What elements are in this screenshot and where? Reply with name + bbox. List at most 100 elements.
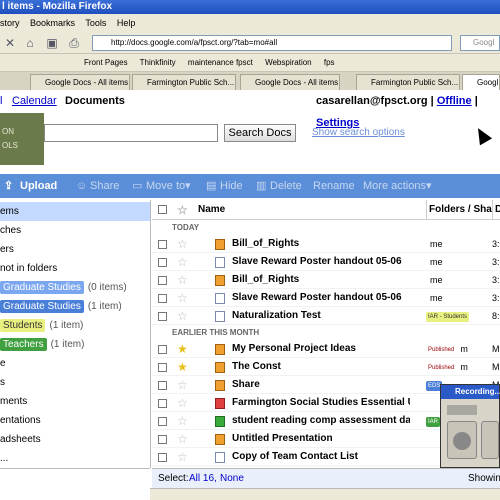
- upload-button[interactable]: Upload: [20, 174, 57, 198]
- move-to-button[interactable]: Move to: [146, 174, 185, 198]
- table-row[interactable]: ★ My Personal Project Ideas Published m M: [152, 340, 500, 358]
- delete-button[interactable]: Delete: [270, 174, 302, 198]
- row-checkbox[interactable]: [158, 294, 167, 303]
- star-icon[interactable]: ☆: [177, 394, 188, 412]
- table-row[interactable]: ☆ Slave Reward Poster handout 05-06 me 3:: [152, 253, 500, 271]
- document-name[interactable]: Farmington Social Studies Essential U: [232, 394, 410, 412]
- sidebar-item[interactable]: Graduate Studies (1 item): [0, 297, 150, 316]
- sidebar-item[interactable]: ems: [0, 202, 150, 221]
- col-date[interactable]: D: [492, 200, 500, 220]
- table-row[interactable]: ☆ Slave Reward Poster handout 05-06 me 3:: [152, 289, 500, 307]
- document-name[interactable]: My Personal Project Ideas: [232, 340, 410, 358]
- offline-link[interactable]: Offline: [437, 95, 472, 107]
- stop-icon[interactable]: ✕: [2, 35, 18, 51]
- search-docs-button[interactable]: Search Docs: [224, 124, 296, 142]
- upload-icon[interactable]: ⇪: [4, 174, 13, 198]
- star-icon[interactable]: ☆: [177, 253, 188, 271]
- record-button[interactable]: [447, 421, 477, 459]
- bookmark-front-pages[interactable]: Front Pages: [84, 58, 128, 67]
- document-name[interactable]: Naturalization Test: [232, 307, 410, 325]
- select-all-checkbox[interactable]: [158, 205, 167, 214]
- document-name[interactable]: student reading comp assessment dat: [232, 412, 410, 430]
- rename-button[interactable]: Rename: [313, 174, 355, 198]
- search-input[interactable]: [44, 124, 218, 142]
- document-name[interactable]: Bill_of_Rights: [232, 235, 410, 253]
- row-checkbox[interactable]: [158, 417, 167, 426]
- hide-button[interactable]: Hide: [220, 174, 243, 198]
- sidebar-item[interactable]: not in folders: [0, 259, 150, 278]
- browser-tab[interactable]: Google Docs - All items: [30, 74, 130, 90]
- search-engine-box[interactable]: Googl: [460, 35, 500, 51]
- table-row[interactable]: ☆ Bill_of_Rights me 3:: [152, 271, 500, 289]
- print-icon[interactable]: ⎙: [66, 35, 82, 51]
- select-none-link[interactable]: None: [220, 469, 244, 489]
- bookmark-fps[interactable]: fps: [324, 58, 335, 67]
- document-name[interactable]: Untitled Presentation: [232, 430, 410, 448]
- document-name[interactable]: Copy of Team Contact List: [232, 448, 410, 466]
- star-icon[interactable]: ☆: [177, 430, 188, 448]
- star-icon[interactable]: ☆: [177, 271, 188, 289]
- star-icon[interactable]: ☆: [177, 412, 188, 430]
- browser-tab[interactable]: Farmington Public Sch...: [356, 74, 460, 90]
- row-checkbox[interactable]: [158, 345, 167, 354]
- sidebar-item[interactable]: ...: [0, 449, 150, 468]
- row-checkbox[interactable]: [158, 312, 167, 321]
- sidebar-item[interactable]: e: [0, 354, 150, 373]
- bookmark-thinkfinity[interactable]: Thinkfinity: [140, 58, 176, 67]
- document-name[interactable]: Slave Reward Poster handout 05-06: [232, 289, 410, 307]
- star-icon[interactable]: ☆: [177, 307, 188, 325]
- star-icon[interactable]: ☆: [177, 448, 188, 466]
- browser-tab[interactable]: Farmington Public Sch...: [132, 74, 236, 90]
- document-name[interactable]: The Const: [232, 358, 410, 376]
- row-checkbox[interactable]: [158, 240, 167, 249]
- bookmark-maintenance[interactable]: maintenance fpsct: [188, 58, 253, 67]
- select-all-link[interactable]: All 16,: [189, 469, 217, 489]
- row-checkbox[interactable]: [158, 399, 167, 408]
- sidebar-item[interactable]: Teachers (1 item): [0, 335, 150, 354]
- menu-help[interactable]: Help: [117, 18, 136, 28]
- sidebar-item[interactable]: entations: [0, 411, 150, 430]
- col-name[interactable]: Name: [198, 200, 225, 220]
- sidebar-item[interactable]: ers: [0, 240, 150, 259]
- sidebar-item[interactable]: Graduate Studies (0 items): [0, 278, 150, 297]
- show-search-options-link[interactable]: Show search options: [312, 127, 405, 138]
- nav-mail[interactable]: l: [0, 90, 2, 112]
- document-name[interactable]: Bill_of_Rights: [232, 271, 410, 289]
- url-bar[interactable]: http://docs.google.com/a/fpsct.org/?tab=…: [92, 35, 452, 51]
- star-icon[interactable]: ☆: [177, 376, 188, 394]
- star-icon[interactable]: ★: [177, 358, 188, 376]
- row-checkbox[interactable]: [158, 435, 167, 444]
- sidebar-item[interactable]: Students (1 item): [0, 316, 150, 335]
- menu-tools[interactable]: Tools: [85, 18, 106, 28]
- more-actions-button[interactable]: More actions: [363, 174, 426, 198]
- share-button[interactable]: Share: [90, 174, 119, 198]
- col-folders[interactable]: Folders / Sha: [426, 200, 492, 220]
- sidebar-item[interactable]: ments: [0, 392, 150, 411]
- menu-history[interactable]: story: [0, 18, 20, 28]
- table-row[interactable]: ☆ Bill_of_Rights me 3:: [152, 235, 500, 253]
- row-checkbox[interactable]: [158, 258, 167, 267]
- star-icon[interactable]: ☆: [177, 289, 188, 307]
- sidebar-item[interactable]: ches: [0, 221, 150, 240]
- star-icon[interactable]: ★: [177, 340, 188, 358]
- table-row[interactable]: ★ The Const Published m M: [152, 358, 500, 376]
- bookmark-webspiration[interactable]: Webspiration: [265, 58, 312, 67]
- horizontal-scrollbar[interactable]: [150, 488, 500, 500]
- row-checkbox[interactable]: [158, 276, 167, 285]
- sidebar-item[interactable]: adsheets: [0, 430, 150, 449]
- document-name[interactable]: Share: [232, 376, 410, 394]
- nav-calendar[interactable]: Calendar: [12, 90, 57, 112]
- add-bookmark-icon[interactable]: ▣: [44, 35, 60, 51]
- menu-bookmarks[interactable]: Bookmarks: [30, 18, 75, 28]
- row-checkbox[interactable]: [158, 381, 167, 390]
- recorder-dropdown[interactable]: [447, 405, 477, 415]
- browser-tab[interactable]: Google Docs - All items: [240, 74, 340, 90]
- row-checkbox[interactable]: [158, 363, 167, 372]
- home-icon[interactable]: ⌂: [22, 35, 38, 51]
- table-row[interactable]: ☆ Naturalization Test IAR - Students 8:: [152, 307, 500, 325]
- sidebar-item[interactable]: s: [0, 373, 150, 392]
- browser-tab-active[interactable]: Googl: [462, 74, 500, 90]
- document-name[interactable]: Slave Reward Poster handout 05-06: [232, 253, 410, 271]
- row-checkbox[interactable]: [158, 453, 167, 462]
- star-icon[interactable]: ☆: [177, 235, 188, 253]
